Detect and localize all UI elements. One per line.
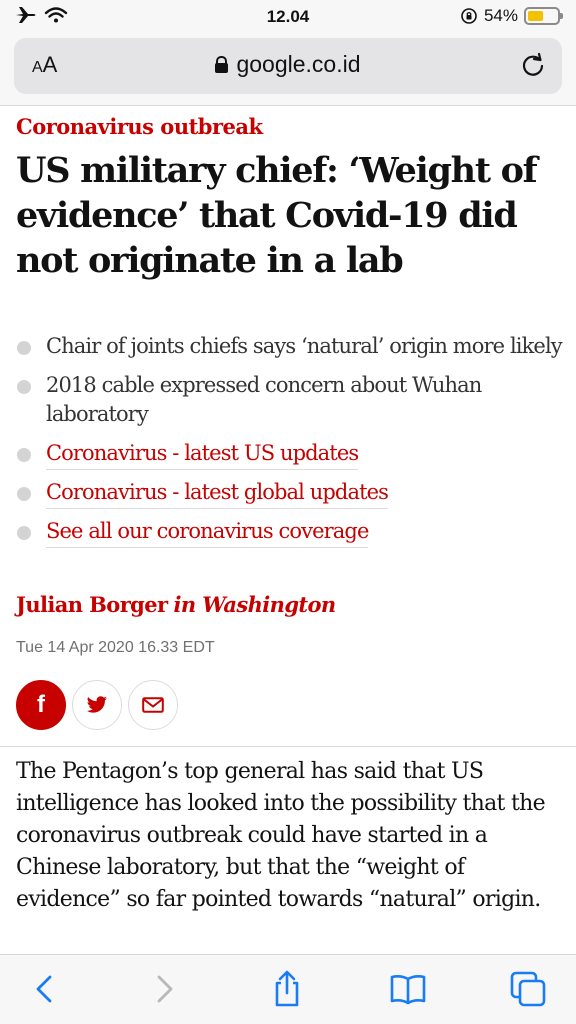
address-bar[interactable]: AA google.co.id <box>14 38 562 94</box>
bullet-dot-icon <box>17 526 31 540</box>
standfirst-item: Chair of joints chiefs says ‘natural’ or… <box>16 332 564 361</box>
standfirst-item: 2018 cable expressed concern about Wuhan… <box>16 371 564 429</box>
byline: Julian Borger in Washington <box>16 592 336 617</box>
browser-toolbar <box>0 954 576 1024</box>
twitter-icon <box>86 696 107 713</box>
battery-icon <box>524 7 563 25</box>
browser-address-area: AA google.co.id <box>0 34 576 106</box>
author-link[interactable]: Julian Borger <box>16 592 168 617</box>
back-chevron-icon[interactable] <box>26 969 66 1009</box>
bullet-dot-icon <box>17 487 31 501</box>
status-right: 54% <box>460 6 563 26</box>
standfirst-link-text[interactable]: See all our coronavirus coverage <box>46 519 369 548</box>
standfirst-link-global-updates[interactable]: Coronavirus - latest global updates <box>16 478 564 509</box>
standfirst-link-text[interactable]: Coronavirus - latest US updates <box>46 441 359 470</box>
publish-date: Tue 14 Apr 2020 16.33 EDT <box>16 639 215 656</box>
url-domain: google.co.id <box>236 51 361 77</box>
article-body: The Pentagon’s top general has said that… <box>16 759 546 912</box>
reload-icon[interactable] <box>518 51 548 81</box>
bullet-dot-icon <box>17 341 31 355</box>
url-display[interactable]: google.co.id <box>14 51 562 78</box>
standfirst-text: Chair of joints chiefs says ‘natural’ or… <box>46 334 563 358</box>
share-icon[interactable] <box>267 969 307 1009</box>
bullet-dot-icon <box>17 448 31 462</box>
standfirst-list: Chair of joints chiefs says ‘natural’ or… <box>16 332 564 556</box>
battery-level <box>528 11 544 21</box>
status-bar: 12.04 54% <box>0 0 576 34</box>
orientation-lock-icon <box>461 8 477 24</box>
battery-percent: 54% <box>483 6 518 25</box>
facebook-icon: f <box>37 691 45 718</box>
email-icon <box>142 697 164 713</box>
share-twitter-button[interactable] <box>72 680 122 730</box>
bookmarks-icon[interactable] <box>388 969 428 1009</box>
article-kicker[interactable]: Coronavirus outbreak <box>16 114 263 139</box>
standfirst-link-text[interactable]: Coronavirus - latest global updates <box>46 480 389 509</box>
lock-icon <box>215 56 229 73</box>
share-email-button[interactable] <box>128 680 178 730</box>
byline-location: in Washington <box>173 592 336 617</box>
divider <box>0 746 576 747</box>
standfirst-text: 2018 cable expressed concern about Wuhan… <box>46 373 482 426</box>
tabs-icon[interactable] <box>508 969 548 1009</box>
standfirst-link-all-coverage[interactable]: See all our coronavirus coverage <box>16 517 564 548</box>
share-facebook-button[interactable]: f <box>16 680 66 730</box>
article-headline: US military chief: ‘Weight of evidence’ … <box>16 150 538 281</box>
share-buttons: f <box>16 680 178 730</box>
forward-chevron-icon[interactable] <box>143 969 183 1009</box>
bullet-dot-icon <box>17 380 31 394</box>
standfirst-link-us-updates[interactable]: Coronavirus - latest US updates <box>16 439 564 470</box>
article: Coronavirus outbreak US military chief: … <box>0 106 576 954</box>
